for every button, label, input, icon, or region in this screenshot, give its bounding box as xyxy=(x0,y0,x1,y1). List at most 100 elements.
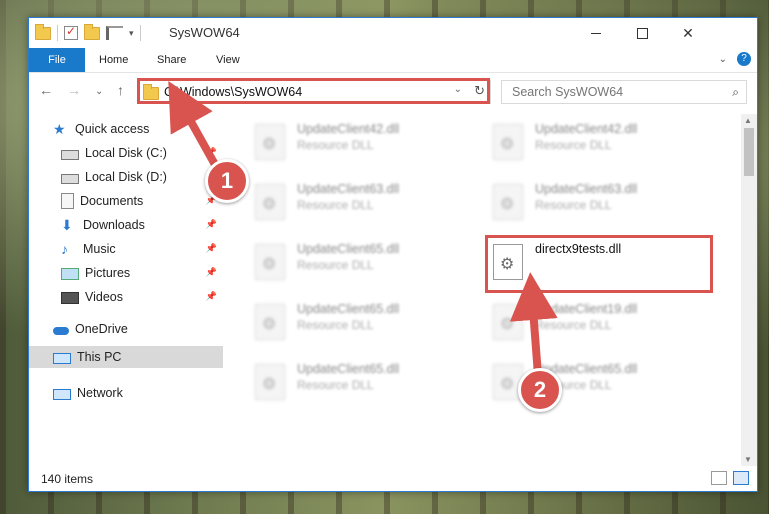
sidebar-item-pictures[interactable]: Pictures 📌 xyxy=(29,262,223,284)
properties-check-icon[interactable] xyxy=(64,24,78,40)
back-arrow-icon[interactable]: ← xyxy=(39,82,53,98)
sidebar-item-local-disk-d[interactable]: Local Disk (D:) 📌 xyxy=(29,166,223,188)
dll-file-icon xyxy=(493,124,523,160)
file-type: Resource DLL xyxy=(297,378,374,392)
minimize-button[interactable] xyxy=(573,18,619,48)
separator xyxy=(57,25,58,41)
dll-file-icon xyxy=(255,244,285,280)
sidebar-item-videos[interactable]: Videos 📌 xyxy=(29,286,223,308)
details-view-icon[interactable] xyxy=(711,471,727,485)
sidebar-item-downloads[interactable]: ⬇ Downloads 📌 xyxy=(29,214,223,236)
sidebar-item-documents[interactable]: Documents 📌 xyxy=(29,190,223,212)
list-item[interactable]: UpdateClient65.dll Resource DLL xyxy=(225,298,455,346)
sidebar-item-onedrive[interactable]: OneDrive xyxy=(29,318,223,340)
list-item[interactable]: UpdateClient42.dll Resource DLL xyxy=(225,118,455,166)
folder-icon[interactable] xyxy=(35,23,51,40)
scroll-up-icon[interactable]: ▲ xyxy=(744,116,752,125)
pin-icon[interactable]: 📌 xyxy=(206,243,217,254)
network-icon xyxy=(53,388,71,400)
list-item[interactable]: UpdateClient63.dll Resource DLL xyxy=(463,178,693,226)
quick-access-toolbar: ▾ xyxy=(35,23,141,41)
sidebar-item-quick-access[interactable]: ★ Quick access xyxy=(29,118,223,140)
large-icons-view-icon[interactable] xyxy=(733,471,749,485)
sidebar-item-music[interactable]: ♪ Music 📌 xyxy=(29,238,223,260)
pin-icon[interactable]: 📌 xyxy=(206,147,217,158)
customize-toolbar-icon[interactable] xyxy=(106,26,123,40)
tab-file[interactable]: File xyxy=(29,48,85,72)
downloads-icon: ⬇ xyxy=(61,217,73,233)
tab-share[interactable]: Share xyxy=(149,48,194,72)
maximize-button[interactable] xyxy=(619,18,665,48)
help-icon[interactable]: ? xyxy=(737,52,751,66)
recent-locations-icon[interactable]: ⌄ xyxy=(95,86,103,97)
file-type: Resource DLL xyxy=(297,198,374,212)
status-bar: 140 items xyxy=(29,467,757,491)
dll-file-icon xyxy=(493,184,523,220)
vertical-scrollbar[interactable]: ▲ ▼ xyxy=(741,114,757,466)
navigation-pane: ★ Quick access Local Disk (C:) 📌 Local D… xyxy=(29,114,223,459)
expand-ribbon-icon[interactable]: ⌄ xyxy=(719,54,727,65)
tab-home[interactable]: Home xyxy=(91,48,136,72)
drive-icon xyxy=(61,149,79,160)
list-item[interactable]: UpdateClient65.dll Resource DLL xyxy=(463,358,693,406)
ribbon: File Home Share View ⌄ ? xyxy=(29,48,757,73)
file-name: UpdateClient19.dll xyxy=(535,302,638,316)
videos-icon xyxy=(61,292,79,304)
file-type: Resource DLL xyxy=(535,198,612,212)
item-count: 140 items xyxy=(41,472,94,486)
scrollbar-thumb[interactable] xyxy=(744,128,754,176)
onedrive-icon xyxy=(53,326,69,335)
music-icon: ♪ xyxy=(61,241,68,257)
file-type: Resource DLL xyxy=(535,138,612,152)
sidebar-item-network[interactable]: Network xyxy=(29,382,223,404)
list-item[interactable]: UpdateClient65.dll Resource DLL xyxy=(225,358,455,406)
list-item[interactable]: UpdateClient42.dll Resource DLL xyxy=(463,118,693,166)
pin-icon[interactable]: 📌 xyxy=(206,267,217,278)
file-name: UpdateClient42.dll xyxy=(535,122,638,136)
list-item[interactable]: UpdateClient63.dll Resource DLL xyxy=(225,178,455,226)
separator xyxy=(139,25,141,41)
search-input[interactable] xyxy=(510,84,714,100)
sidebar-item-local-disk-c[interactable]: Local Disk (C:) 📌 xyxy=(29,142,223,164)
sidebar-item-label: Videos xyxy=(85,290,123,304)
sidebar-item-label: Documents xyxy=(80,194,144,208)
tab-view[interactable]: View xyxy=(208,48,248,72)
star-icon: ★ xyxy=(53,121,66,137)
list-item[interactable]: UpdateClient65.dll Resource DLL xyxy=(225,238,455,286)
sidebar-item-label: Music xyxy=(83,242,116,256)
pictures-icon xyxy=(61,268,79,280)
close-button[interactable]: ✕ xyxy=(665,18,711,48)
dll-file-icon xyxy=(255,184,285,220)
pin-icon[interactable]: 📌 xyxy=(206,291,217,302)
file-name: UpdateClient65.dll xyxy=(297,362,400,376)
search-box[interactable]: ⌕ xyxy=(501,80,747,104)
sidebar-item-label: Downloads xyxy=(83,218,145,232)
file-type: Resource DLL xyxy=(535,318,612,332)
sidebar-item-label: OneDrive xyxy=(75,322,128,336)
this-pc-icon xyxy=(53,352,71,364)
step-badge-1: 1 xyxy=(205,159,249,203)
documents-icon xyxy=(61,193,74,209)
forward-arrow-icon[interactable]: → xyxy=(67,82,81,98)
file-type: Resource DLL xyxy=(297,138,374,152)
toolbar-dropdown-icon[interactable]: ▾ xyxy=(129,28,134,39)
new-folder-icon[interactable] xyxy=(84,23,100,40)
dll-file-icon xyxy=(255,364,285,400)
drive-icon xyxy=(61,173,79,184)
sidebar-item-label: This PC xyxy=(77,350,122,364)
file-name: UpdateClient63.dll xyxy=(535,182,638,196)
sidebar-item-label: Local Disk (C:) xyxy=(85,146,167,160)
list-item[interactable]: UpdateClient19.dll Resource DLL xyxy=(463,298,693,346)
sidebar-item-label: Network xyxy=(77,386,123,400)
sidebar-item-label: Pictures xyxy=(85,266,131,280)
dll-file-icon xyxy=(255,124,285,160)
sidebar-item-label: Quick access xyxy=(75,122,150,136)
sidebar-item-this-pc[interactable]: This PC xyxy=(29,346,223,368)
up-arrow-icon[interactable]: ↑ xyxy=(117,82,124,98)
file-type: Resource DLL xyxy=(297,318,374,332)
pin-icon[interactable]: 📌 xyxy=(206,219,217,230)
search-icon[interactable]: ⌕ xyxy=(732,85,739,100)
address-highlight-box xyxy=(137,78,490,104)
scroll-down-icon[interactable]: ▼ xyxy=(744,455,752,464)
file-type: Resource DLL xyxy=(297,258,374,272)
